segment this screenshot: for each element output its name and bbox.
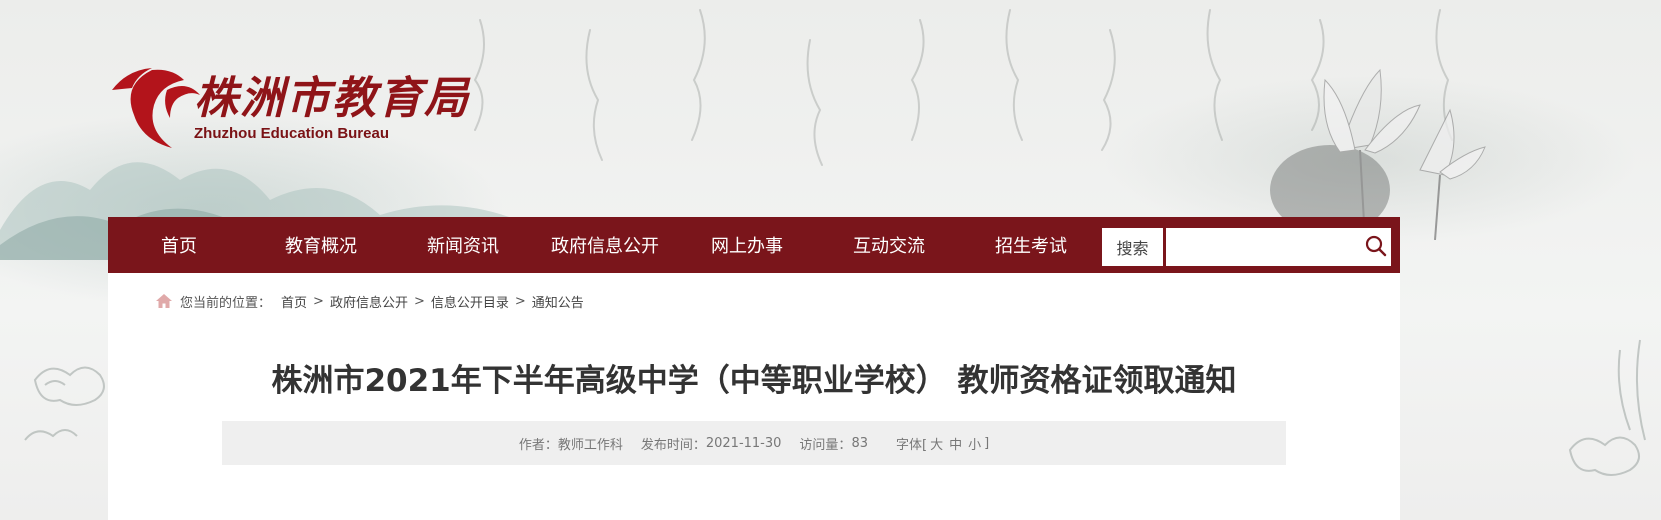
search-input[interactable] [1166, 228, 1391, 266]
font-size-label: 字体[ [895, 437, 928, 453]
breadcrumb-link-info-catalog[interactable]: 信息公开目录 [431, 292, 509, 311]
lotus-painting [1270, 68, 1486, 240]
cloud-ornament-left [24, 366, 105, 441]
date-value: 2021-11-30 [705, 435, 782, 451]
nav-item-government-info[interactable]: 政府信息公开 [534, 232, 676, 258]
nav-item-education-overview[interactable]: 教育概况 [250, 232, 392, 258]
search-icon [1365, 235, 1387, 257]
views-value: 83 [851, 435, 868, 451]
author-value: 教师工作科 [557, 437, 623, 453]
search-button[interactable] [1362, 232, 1390, 260]
breadcrumb-link-government-info[interactable]: 政府信息公开 [330, 292, 408, 311]
author-label: 作者： [518, 437, 558, 453]
cloud-ornament-right [1568, 339, 1646, 476]
breadcrumb: 您当前的位置： 首页 > 政府信息公开 > 信息公开目录 > 通知公告 [155, 291, 584, 311]
breadcrumb-separator: > [514, 293, 526, 309]
nav-item-interaction[interactable]: 互动交流 [818, 232, 960, 258]
font-size-close-bracket: ] [984, 435, 990, 451]
nav-item-online-services[interactable]: 网上办事 [676, 232, 818, 258]
breadcrumb-link-home[interactable]: 首页 [281, 292, 307, 311]
breadcrumb-separator: > [413, 293, 425, 309]
nav-item-admissions[interactable]: 招生考试 [960, 232, 1102, 258]
views-label: 访问量： [799, 437, 852, 453]
article-title: 株洲市2021年下半年高级中学（中等职业学校） 教师资格证领取通知 [271, 363, 1237, 399]
date-label: 发布时间： [640, 437, 706, 453]
breadcrumb-prefix: 您当前的位置： [180, 295, 272, 311]
nav-item-home[interactable]: 首页 [108, 232, 250, 258]
font-size-small-button[interactable]: 小 [968, 434, 981, 453]
search-label: 搜索 [1102, 228, 1163, 266]
breadcrumb-separator: > [313, 293, 324, 309]
logo-title-english: Zhuzhou Education Bureau [194, 125, 389, 142]
logo-title-chinese: 株洲市教育局 [194, 73, 470, 124]
nav-item-news[interactable]: 新闻资讯 [392, 232, 534, 258]
home-icon [156, 294, 172, 308]
font-size-large-button[interactable]: 大 [930, 434, 943, 453]
article-meta-bar: 作者： 教师工作科 发布时间： 2021-11-30 访问量： 83 字体[ 大… [222, 421, 1286, 465]
breadcrumb-link-notices[interactable]: 通知公告 [532, 292, 584, 311]
font-size-medium-button[interactable]: 中 [949, 434, 962, 453]
